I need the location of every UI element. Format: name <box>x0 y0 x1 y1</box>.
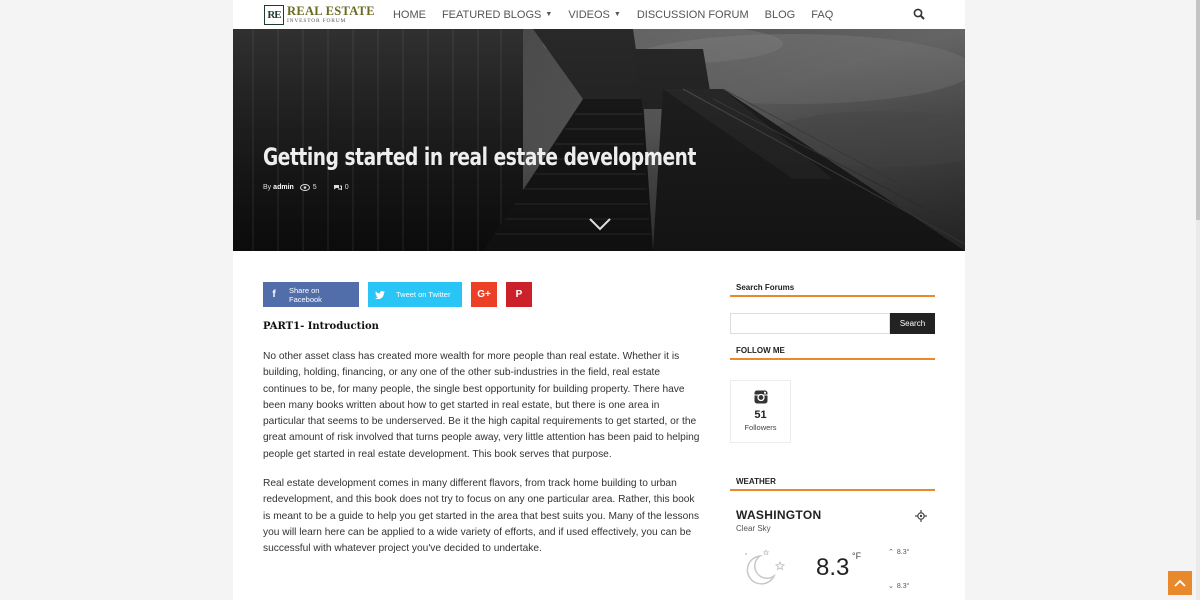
logo-mark: RE <box>264 4 284 25</box>
location-icon[interactable] <box>915 510 927 522</box>
chevron-down-icon[interactable] <box>588 217 612 231</box>
weather-city: WASHINGTON <box>736 508 822 522</box>
weather-condition: Clear Sky <box>736 524 771 533</box>
followers-count: 51 <box>754 409 767 421</box>
pinterest-icon: P <box>515 289 523 300</box>
twitter-icon <box>368 282 392 307</box>
share-buttons: f Share on Facebook Tweet on Twitter G+ … <box>263 282 532 307</box>
chevron-down-icon: ▼ <box>545 11 553 18</box>
moon-stars-icon <box>745 549 786 585</box>
chevron-up-icon <box>1174 579 1186 587</box>
logo-subtitle: INVESTOR FORUM <box>287 17 347 24</box>
nav-videos[interactable]: VIDEOS ▼ <box>560 0 629 29</box>
nav-home[interactable]: HOME <box>385 0 434 29</box>
search-button[interactable]: Search <box>890 313 935 334</box>
share-facebook-button[interactable]: f Share on Facebook <box>263 282 359 307</box>
post-title: Getting started in real estate developme… <box>263 143 696 171</box>
follow-me-title: FOLLOW ME <box>730 342 935 360</box>
article-paragraph: Real estate development comes in many di… <box>263 478 700 555</box>
main-nav: HOME FEATURED BLOGS ▼ VIDEOS ▼ DISCUSSION … <box>385 0 841 29</box>
weather-unit: °F <box>852 551 862 561</box>
site-logo[interactable]: RE REAL ESTATE INVESTOR FORUM <box>264 4 375 25</box>
site-header: RE REAL ESTATE INVESTOR FORUM HOME FEATU… <box>233 0 965 29</box>
comment-count: 0 <box>344 184 349 191</box>
search-forums-title: Search Forums <box>730 279 935 297</box>
nav-discussion-forum[interactable]: DISCUSSION FORUM <box>629 0 757 29</box>
view-count: 5 <box>312 184 317 191</box>
googleplus-icon: G+ <box>477 289 491 300</box>
logo-title: REAL ESTATE <box>287 4 375 18</box>
nav-faq[interactable]: FAQ <box>803 0 841 29</box>
weather-temperature: 8.3 <box>816 554 850 581</box>
author-link[interactable]: admin <box>273 184 294 191</box>
hero-banner: Getting started in real estate developme… <box>233 29 965 251</box>
search-form: Search <box>730 313 935 334</box>
followers-label: Followers <box>744 423 777 432</box>
arrow-up-icon: ⌃ <box>888 549 894 556</box>
weather-high: 8.3° <box>896 548 910 556</box>
article-body: PART1- Introduction No other asset class… <box>263 321 703 571</box>
weather-title: WEATHER <box>730 473 935 491</box>
weather-widget: WASHINGTON Clear Sky 8.3 °F ⌃ 8.3° ⌄ 8.3… <box>730 508 935 590</box>
page-scrollbar[interactable] <box>1196 0 1200 600</box>
article-paragraph: No other asset class has created more we… <box>263 351 700 460</box>
scrollbar-thumb[interactable] <box>1196 0 1200 220</box>
share-googleplus-button[interactable]: G+ <box>471 282 497 307</box>
eye-icon <box>299 184 310 191</box>
arrow-down-icon: ⌄ <box>888 583 894 590</box>
scroll-to-top-button[interactable] <box>1168 571 1192 595</box>
instagram-icon <box>754 390 767 404</box>
facebook-icon: f <box>272 289 276 300</box>
search-input[interactable] <box>730 313 890 334</box>
post-meta: By admin 5 0 <box>263 184 349 191</box>
search-icon[interactable] <box>911 6 927 22</box>
comment-icon <box>333 185 342 191</box>
nav-blog[interactable]: BLOG <box>757 0 804 29</box>
instagram-follow[interactable]: 51 Followers <box>730 380 791 443</box>
chevron-down-icon: ▼ <box>613 11 621 18</box>
article-heading: PART1- Introduction <box>263 321 379 332</box>
by-label: By <box>263 184 272 191</box>
main-content: f Share on Facebook Tweet on Twitter G+ … <box>233 251 965 600</box>
nav-featured-blogs[interactable]: FEATURED BLOGS ▼ <box>434 0 560 29</box>
share-pinterest-button[interactable]: P <box>506 282 532 307</box>
weather-low: 8.3° <box>896 582 910 590</box>
share-twitter-button[interactable]: Tweet on Twitter <box>368 282 462 307</box>
